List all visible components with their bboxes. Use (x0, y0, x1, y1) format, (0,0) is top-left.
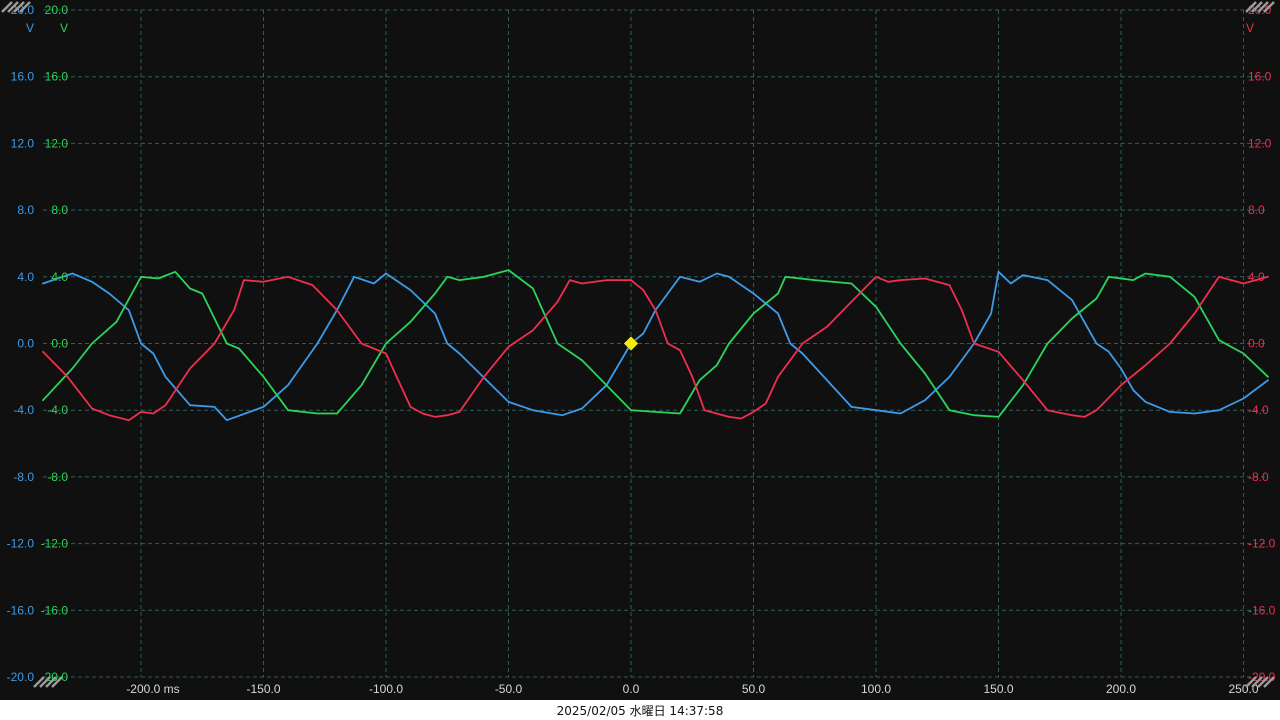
x-tick-label: -150.0 (246, 682, 280, 696)
y-tick-label-blue: 8.0 (17, 203, 34, 217)
y-tick-label-red: -16.0 (1248, 603, 1276, 617)
x-tick-label: 50.0 (742, 682, 766, 696)
y-tick-label-blue: 12.0 (11, 136, 35, 150)
y-tick-label-green: -16.0 (41, 603, 69, 617)
y-tick-label-red: 16.0 (1248, 70, 1272, 84)
y-tick-label-red: 0.0 (1248, 337, 1265, 351)
markers (1, 1, 1275, 688)
y-tick-label-red: 12.0 (1248, 136, 1272, 150)
y-tick-label-red: -12.0 (1248, 537, 1276, 551)
y-axis-unit-red: V (1246, 21, 1254, 35)
y-tick-label-green: 12.0 (45, 136, 69, 150)
y-tick-label-blue: 0.0 (17, 337, 34, 351)
waveform-chart[interactable]: 20.016.012.08.04.00.0-4.0-8.0-12.0-16.0-… (0, 0, 1280, 700)
y-tick-label-green: -8.0 (47, 470, 68, 484)
series-line-2 (42, 275, 1269, 422)
y-tick-label-blue: 16.0 (11, 70, 35, 84)
y-tick-label-blue: -4.0 (13, 403, 34, 417)
y-axis-unit-blue: V (26, 21, 34, 35)
axis-labels: 20.016.012.08.04.00.0-4.0-8.0-12.0-16.0-… (7, 3, 1276, 696)
y-tick-label-red: -4.0 (1248, 403, 1269, 417)
status-bar: 2025/02/05 水曜日 14:37:58 (0, 700, 1280, 720)
y-tick-label-green: 4.0 (51, 270, 68, 284)
y-tick-label-green: 0.0 (51, 337, 68, 351)
series-line-0 (42, 270, 1269, 422)
y-tick-label-red: 4.0 (1248, 270, 1265, 284)
capture-timestamp: 2025/02/05 水曜日 14:37:58 (556, 703, 724, 718)
y-axis-unit-green: V (60, 21, 68, 35)
x-tick-label: 100.0 (861, 682, 891, 696)
x-tick-label: -100.0 (369, 682, 403, 696)
y-tick-label-blue: -8.0 (13, 470, 34, 484)
y-tick-label-green: 16.0 (45, 70, 69, 84)
y-tick-label-green: 8.0 (51, 203, 68, 217)
x-tick-label: -200.0 ms (126, 682, 179, 696)
y-tick-label-blue: 4.0 (17, 270, 34, 284)
y-tick-label-green: -12.0 (41, 537, 69, 551)
oscilloscope-display[interactable]: 20.016.012.08.04.00.0-4.0-8.0-12.0-16.0-… (0, 0, 1280, 700)
y-tick-label-red: -8.0 (1248, 470, 1269, 484)
waveform-traces (42, 269, 1269, 422)
y-tick-label-blue: -16.0 (7, 603, 35, 617)
x-tick-label: 150.0 (983, 682, 1013, 696)
y-tick-label-red: 8.0 (1248, 203, 1265, 217)
x-tick-label: 0.0 (623, 682, 640, 696)
y-tick-label-blue: -20.0 (7, 670, 35, 684)
y-tick-label-blue: -12.0 (7, 537, 35, 551)
x-tick-label: 200.0 (1106, 682, 1136, 696)
y-tick-label-green: -4.0 (47, 403, 68, 417)
y-tick-label-green: 20.0 (45, 3, 69, 17)
x-tick-label: -50.0 (495, 682, 523, 696)
